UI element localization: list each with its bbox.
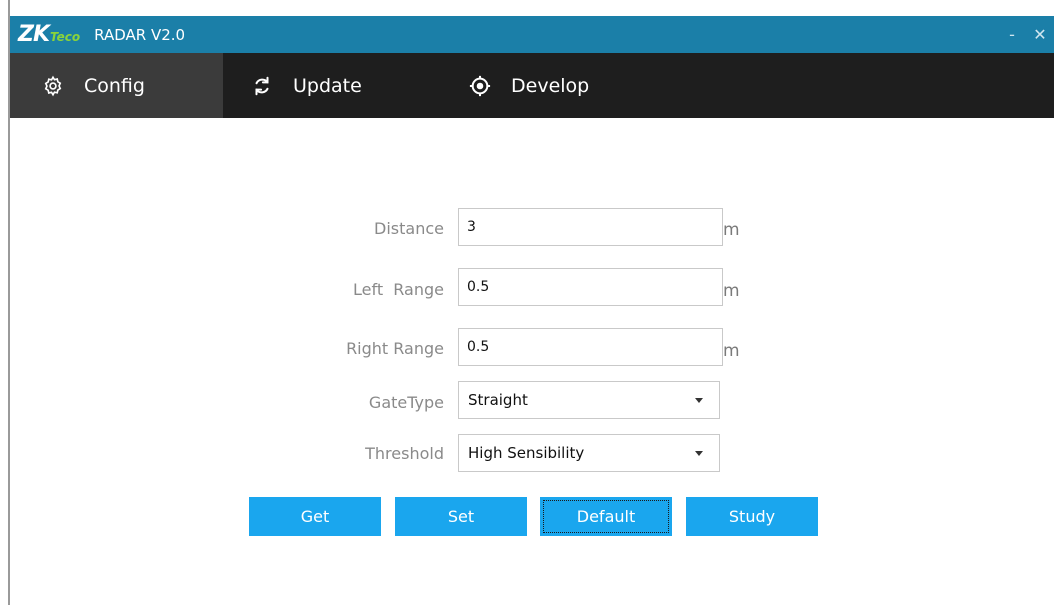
zkteco-logo: ZK Teco <box>18 22 80 47</box>
threshold-select[interactable]: High Sensibility <box>458 434 720 472</box>
title-bar[interactable]: ZK Teco RADAR V2.0 - ✕ <box>10 16 1054 53</box>
gate-type-label: GateType <box>368 393 444 412</box>
threshold-value: High Sensibility <box>468 444 585 462</box>
minimize-button[interactable]: - <box>998 25 1026 44</box>
tab-develop-label: Develop <box>511 74 590 97</box>
right-range-label: Right Range <box>346 339 444 358</box>
study-button[interactable]: Study <box>686 497 818 536</box>
tab-update[interactable]: Update <box>223 53 437 118</box>
tab-config-label: Config <box>84 74 145 97</box>
tab-bar: Config Update Develop <box>10 53 1054 118</box>
get-button[interactable]: Get <box>249 497 381 536</box>
tab-config[interactable]: Config <box>10 53 223 118</box>
logo-main-text: ZK <box>18 22 50 47</box>
gate-type-value: Straight <box>468 391 528 409</box>
default-button[interactable]: Default <box>540 497 672 536</box>
gate-type-select[interactable]: Straight <box>458 381 720 419</box>
tab-develop[interactable]: Develop <box>437 53 589 118</box>
target-icon <box>469 75 491 97</box>
distance-label: Distance <box>374 219 444 238</box>
refresh-icon <box>251 75 273 97</box>
tab-update-label: Update <box>293 74 362 97</box>
gear-icon <box>42 75 64 97</box>
chevron-down-icon <box>695 450 703 456</box>
window-controls: - ✕ <box>998 16 1054 53</box>
logo-sub-text: Teco <box>50 30 81 44</box>
app-title: RADAR V2.0 <box>94 25 186 44</box>
right-range-input[interactable] <box>458 328 723 366</box>
left-range-input[interactable] <box>458 268 723 306</box>
set-button[interactable]: Set <box>395 497 527 536</box>
left-range-label: Left Range <box>353 280 444 299</box>
right-range-unit: m <box>723 341 740 361</box>
chevron-down-icon <box>695 397 703 403</box>
distance-unit: m <box>723 220 740 240</box>
distance-input[interactable] <box>458 208 723 246</box>
left-range-unit: m <box>723 281 740 301</box>
threshold-label: Threshold <box>365 444 444 463</box>
close-button[interactable]: ✕ <box>1026 25 1054 44</box>
